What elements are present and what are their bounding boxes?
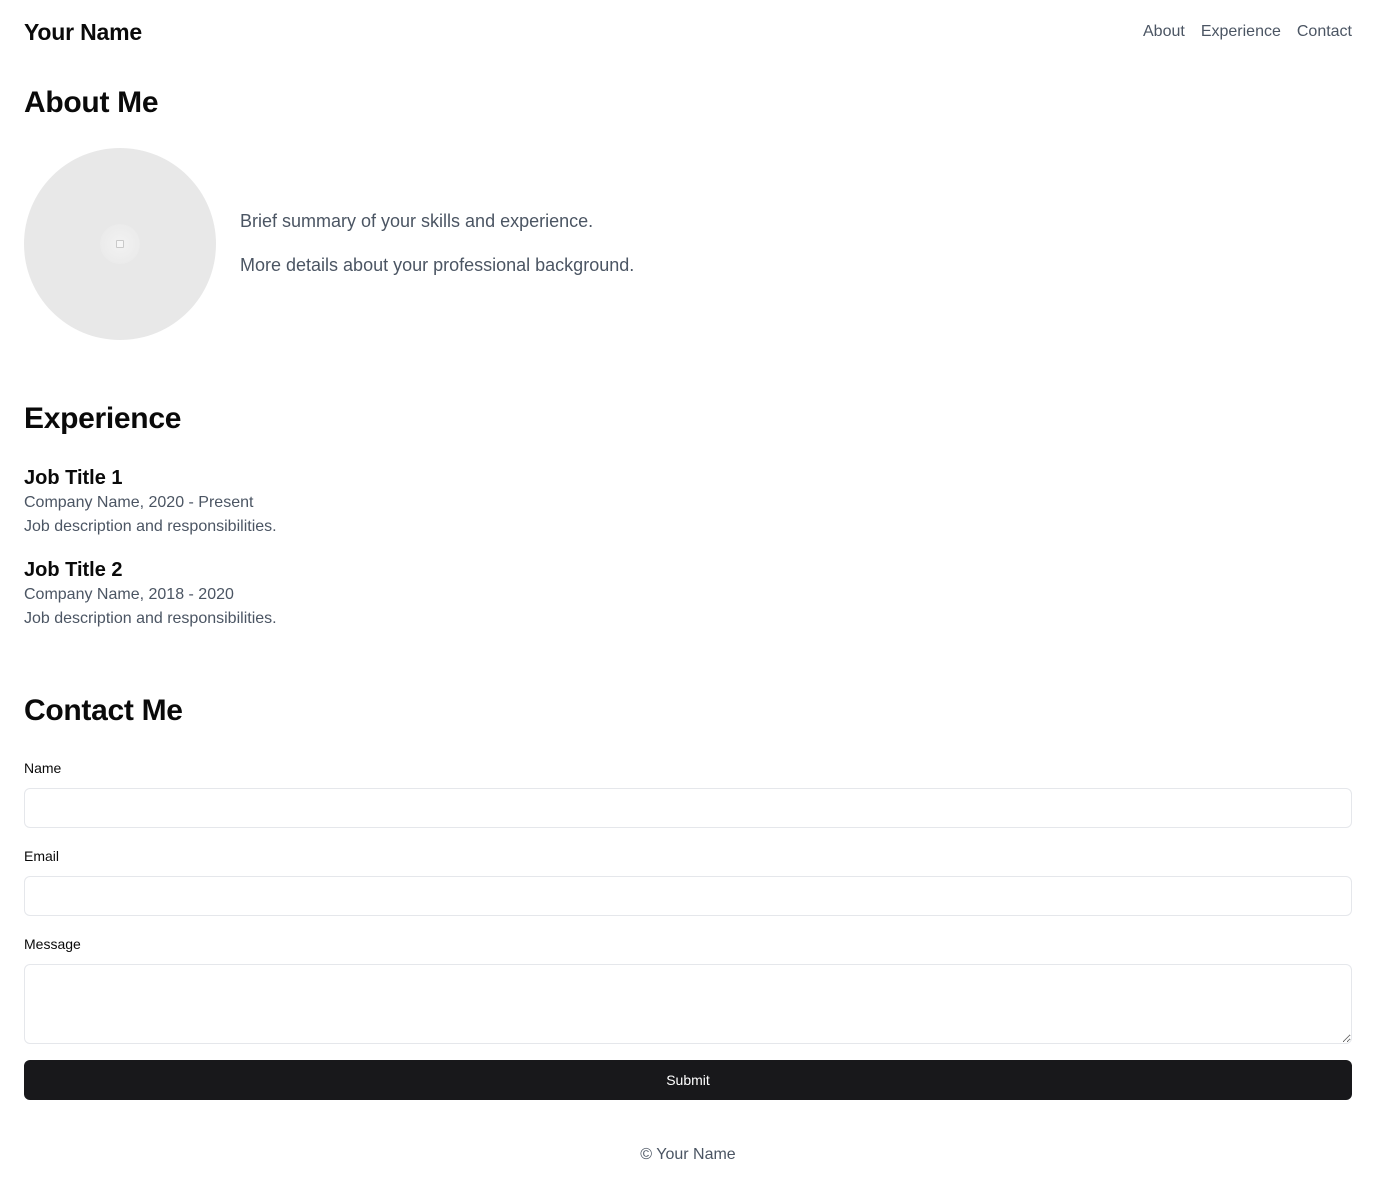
- job-description: Job description and responsibilities.: [24, 518, 277, 535]
- message-textarea[interactable]: [24, 964, 1352, 1044]
- job-title: Job Title 2: [24, 559, 123, 581]
- job-meta: Company Name, 2020 - Present: [24, 494, 254, 511]
- nav-link-about[interactable]: About: [1143, 23, 1185, 41]
- experience-title: Experience: [24, 402, 182, 435]
- main-nav: About Experience Contact: [1143, 23, 1352, 41]
- submit-button[interactable]: Submit: [24, 1060, 1352, 1100]
- job-title: Job Title 1: [24, 467, 123, 489]
- site-brand[interactable]: Your Name: [24, 19, 142, 46]
- email-input[interactable]: [24, 876, 1352, 916]
- about-title: About Me: [24, 86, 159, 119]
- job-entry: Job Title 2 Company Name, 2018 - 2020 Jo…: [24, 557, 277, 631]
- contact-title: Contact Me: [24, 694, 183, 727]
- about-summary: Brief summary of your skills and experie…: [240, 211, 594, 231]
- job-meta: Company Name, 2018 - 2020: [24, 586, 234, 603]
- site-footer: © Your Name: [640, 1146, 736, 1163]
- message-label: Message: [24, 936, 81, 952]
- about-text: Brief summary of your skills and experie…: [240, 210, 634, 276]
- name-label: Name: [24, 760, 62, 776]
- nav-link-experience[interactable]: Experience: [1201, 23, 1281, 41]
- avatar: [24, 148, 216, 340]
- email-label: Email: [24, 848, 60, 864]
- site-header: Your Name About Experience Contact: [24, 16, 1352, 48]
- job-description: Job description and responsibilities.: [24, 610, 277, 627]
- about-details: More details about your professional bac…: [240, 255, 635, 275]
- nav-link-contact[interactable]: Contact: [1297, 23, 1352, 41]
- image-placeholder-icon: [116, 240, 124, 248]
- job-entry: Job Title 1 Company Name, 2020 - Present…: [24, 465, 277, 539]
- name-input[interactable]: [24, 788, 1352, 828]
